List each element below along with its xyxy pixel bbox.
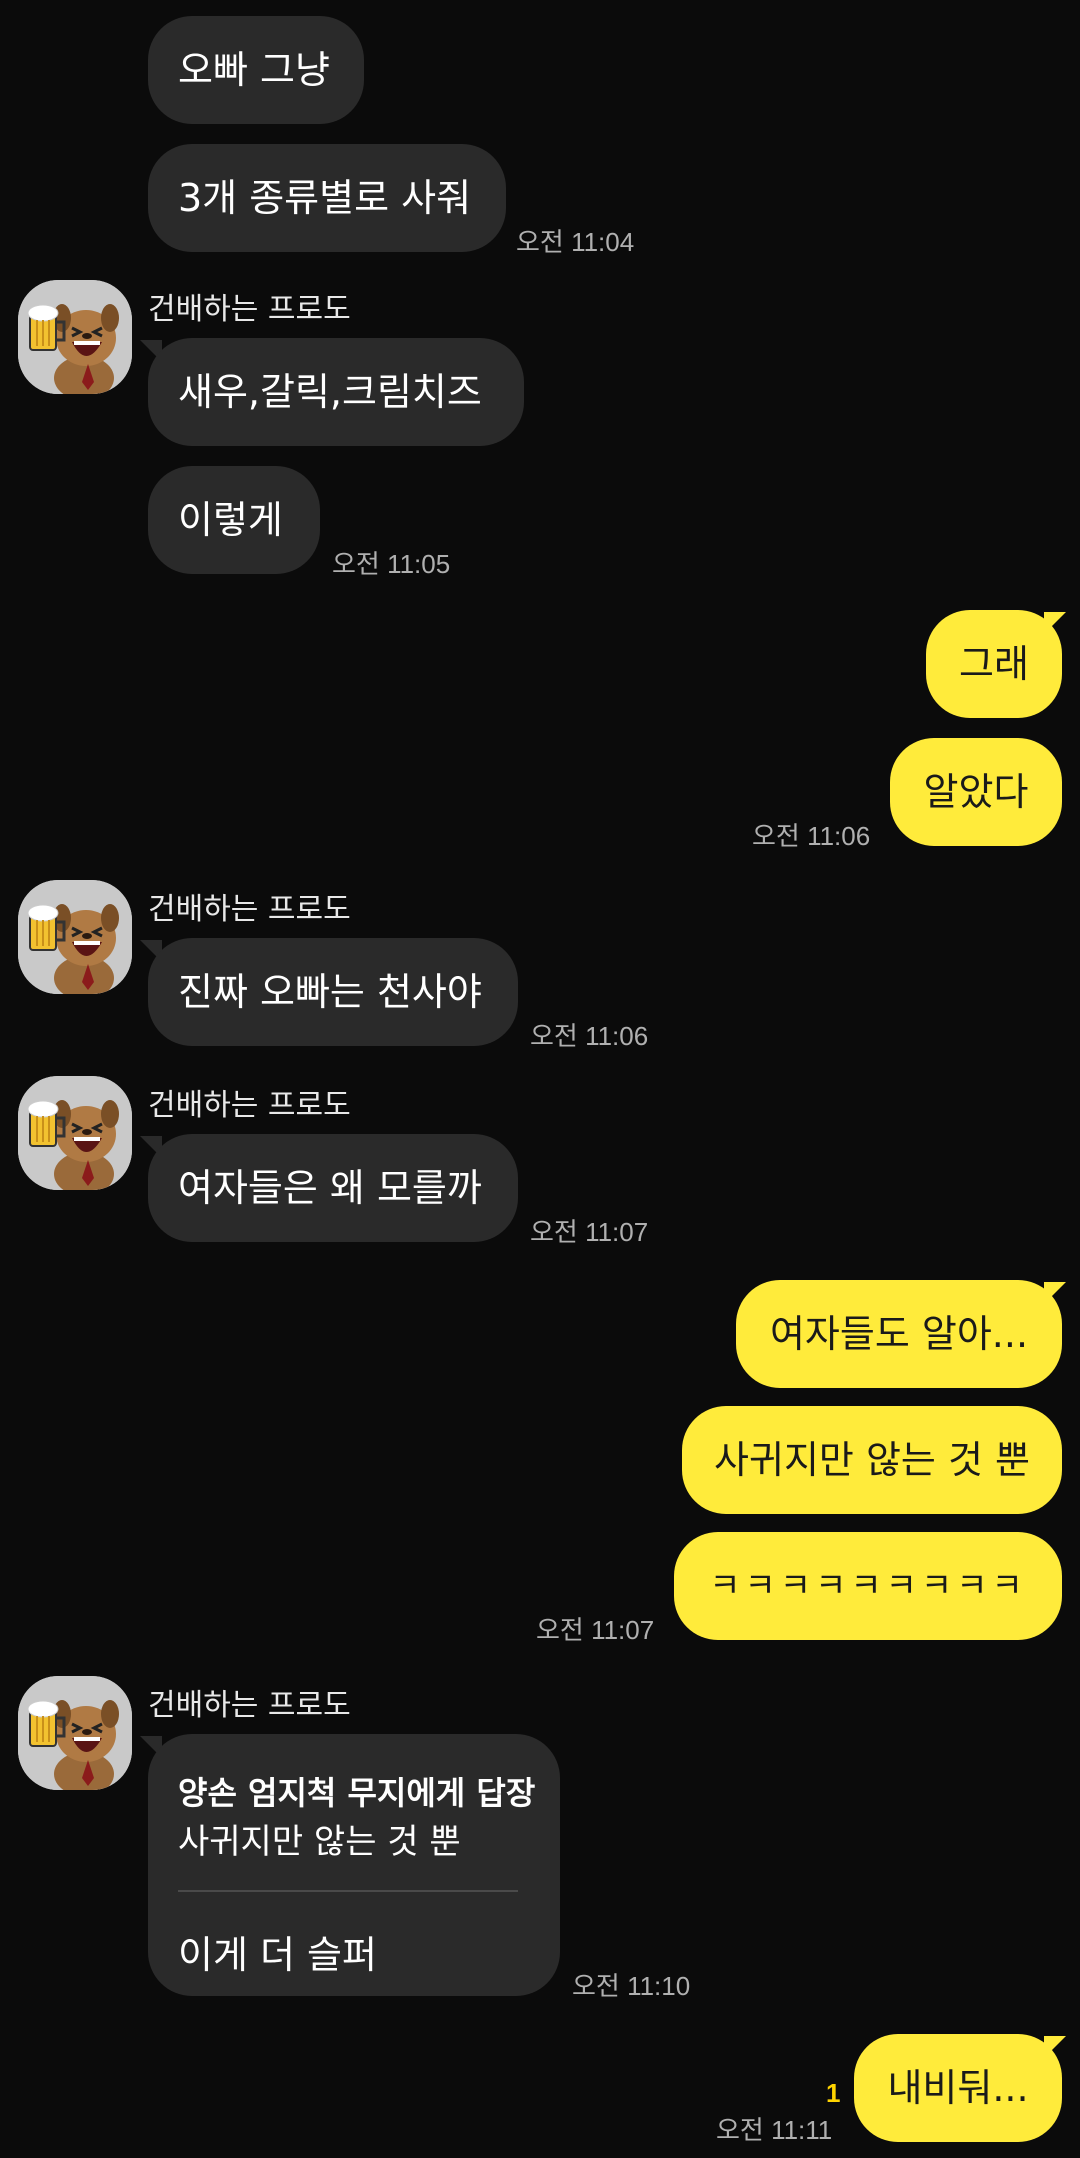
timestamp: 오전 11:07 bbox=[530, 1217, 649, 1247]
message-text: 사귀지만 않는 것 뿐 bbox=[714, 1438, 1030, 1482]
timestamp: 오전 11:04 bbox=[516, 227, 635, 257]
message-text: 그래 bbox=[959, 642, 1029, 686]
avatar[interactable] bbox=[18, 1676, 132, 1790]
reply-header: 양손 엄지척 무지에게 답장 bbox=[178, 1774, 536, 1812]
timestamp: 오전 11:10 bbox=[572, 1971, 691, 2001]
timestamp: 오전 11:07 bbox=[536, 1615, 655, 1645]
frodo-avatar-icon bbox=[18, 1076, 132, 1190]
unread-count: 1 bbox=[826, 2078, 841, 2108]
reply-divider bbox=[178, 1890, 518, 1892]
avatar[interactable] bbox=[18, 1076, 132, 1190]
frodo-avatar-icon bbox=[18, 880, 132, 994]
outgoing-message[interactable]: 그래 bbox=[926, 610, 1062, 718]
message-text: 3개 종류별로 사줘 bbox=[178, 176, 472, 220]
timestamp: 오전 11:06 bbox=[530, 1021, 649, 1051]
incoming-message[interactable]: 3개 종류별로 사줘 bbox=[148, 144, 506, 252]
message-text: 오빠 그냥 bbox=[178, 48, 330, 92]
incoming-message[interactable]: 오빠 그냥 bbox=[148, 16, 364, 124]
sender-name: 건배하는 프로도 bbox=[148, 1088, 351, 1123]
message-text: 진짜 오빠는 천사야 bbox=[178, 970, 482, 1014]
sender-name: 건배하는 프로도 bbox=[148, 292, 351, 327]
frodo-avatar-icon bbox=[18, 1676, 132, 1790]
outgoing-message[interactable]: ㅋㅋㅋㅋㅋㅋㅋㅋㅋ bbox=[674, 1532, 1062, 1640]
reply-message[interactable]: 양손 엄지척 무지에게 답장 사귀지만 않는 것 뿐 이게 더 슬퍼 bbox=[148, 1734, 560, 1996]
incoming-message[interactable]: 이렇게 bbox=[148, 466, 320, 574]
message-text: 내비둬... bbox=[887, 2066, 1029, 2110]
timestamp: 오전 11:06 bbox=[752, 821, 871, 851]
message-text: 이게 더 슬퍼 bbox=[178, 1933, 377, 1977]
message-text: 새우,갈릭,크림치즈 bbox=[178, 370, 482, 414]
timestamp: 오전 11:05 bbox=[332, 549, 451, 579]
outgoing-message[interactable]: 여자들도 알아... bbox=[736, 1280, 1062, 1388]
message-text: ㅋㅋㅋㅋㅋㅋㅋㅋㅋ bbox=[709, 1566, 1027, 1606]
reply-quote: 사귀지만 않는 것 뿐 bbox=[178, 1822, 461, 1862]
frodo-avatar-icon bbox=[18, 280, 132, 394]
sender-name: 건배하는 프로도 bbox=[148, 1688, 351, 1723]
outgoing-message[interactable]: 알았다 bbox=[890, 738, 1062, 846]
message-text: 여자들도 알아... bbox=[769, 1312, 1029, 1356]
sender-name: 건배하는 프로도 bbox=[148, 892, 351, 927]
incoming-message[interactable]: 진짜 오빠는 천사야 bbox=[148, 938, 518, 1046]
incoming-message[interactable]: 새우,갈릭,크림치즈 bbox=[148, 338, 524, 446]
avatar[interactable] bbox=[18, 280, 132, 394]
avatar[interactable] bbox=[18, 880, 132, 994]
message-text: 여자들은 왜 모를까 bbox=[178, 1166, 482, 1210]
outgoing-message[interactable]: 내비둬... bbox=[854, 2034, 1062, 2142]
message-text: 알았다 bbox=[923, 770, 1029, 814]
outgoing-message[interactable]: 사귀지만 않는 것 뿐 bbox=[682, 1406, 1062, 1514]
incoming-message[interactable]: 여자들은 왜 모를까 bbox=[148, 1134, 518, 1242]
timestamp: 오전 11:11 bbox=[716, 2115, 833, 2145]
message-text: 이렇게 bbox=[178, 498, 283, 542]
